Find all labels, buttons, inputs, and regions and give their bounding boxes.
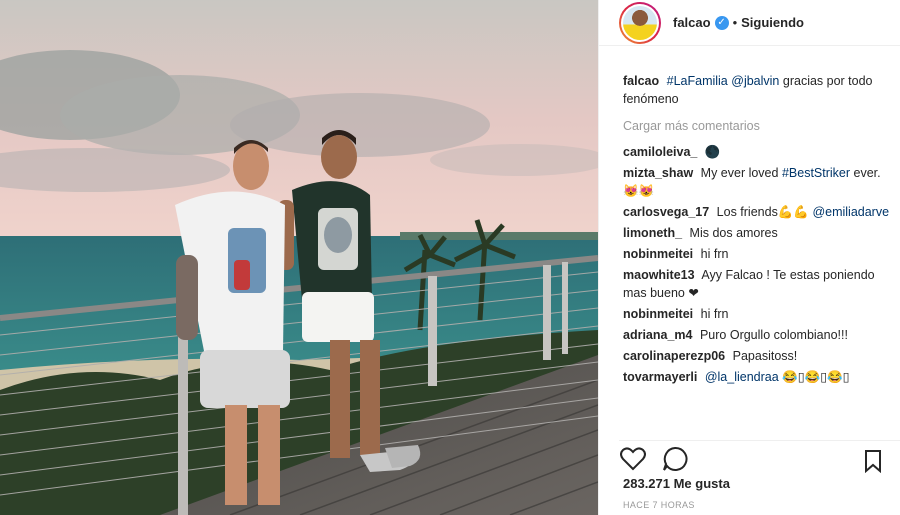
comment-username[interactable]: nobinmeitei — [623, 247, 693, 261]
comment-username[interactable]: mizta_shaw — [623, 166, 693, 180]
comment-username[interactable]: limoneth_ — [623, 226, 682, 240]
comment-username[interactable]: carlosvega_17 — [623, 205, 709, 219]
comment-item: adriana_m4 Puro Orgullo colombiano!!! — [623, 326, 890, 344]
comment-text: 🌑 — [704, 145, 721, 159]
comment-item: camiloleiva_ 🌑 — [623, 143, 890, 161]
comment-text: Los friends💪💪 — [716, 205, 809, 219]
load-more-comments-link[interactable]: Cargar más comentarios — [623, 117, 890, 135]
comment-mention[interactable]: @emiliadarve — [812, 205, 889, 219]
comment-username[interactable]: tovarmayerli — [623, 370, 697, 384]
comment-text: My ever loved — [700, 166, 779, 180]
separator-dot: • — [732, 15, 738, 30]
comment-text: Puro Orgullo colombiano!!! — [699, 328, 848, 342]
comment-username[interactable]: nobinmeitei — [623, 307, 693, 321]
comment-username[interactable]: camiloleiva_ — [623, 145, 697, 159]
caption-username[interactable]: falcao — [623, 74, 659, 88]
comment-item: mizta_shaw My ever loved #BestStriker ev… — [623, 164, 890, 200]
comment-text: hi frn — [700, 247, 729, 261]
comment-text: Papasitoss! — [732, 349, 798, 363]
post-sidebar: falcao ✓ • Siguiendo falcao #LaFamilia @… — [598, 0, 900, 515]
comment-item: nobinmeitei hi frn — [623, 245, 890, 263]
follow-status-button[interactable]: Siguiendo — [741, 15, 804, 30]
comment-item: nobinmeitei hi frn — [623, 305, 890, 323]
comment-text: hi frn — [700, 307, 729, 321]
comment-list: falcao #LaFamilia @jbalvin gracias por t… — [599, 46, 900, 386]
comment-item: tovarmayerli @la_liendraa 😂▯😂▯😂▯ — [623, 368, 890, 386]
comment-text: 😂▯😂▯😂▯ — [782, 370, 850, 384]
author-username[interactable]: falcao — [673, 15, 711, 30]
bookmark-icon[interactable] — [859, 447, 887, 475]
comment-text: Mis dos amores — [689, 226, 778, 240]
comment-username[interactable]: maowhite13 — [623, 268, 695, 282]
comment-item: limoneth_ Mis dos amores — [623, 224, 890, 242]
comment-mention[interactable]: @la_liendraa — [705, 370, 779, 384]
verified-badge-icon: ✓ — [714, 15, 729, 30]
comment-icon[interactable] — [661, 445, 689, 473]
caption-mention[interactable]: @jbalvin — [731, 74, 779, 88]
comment-item: carolinaperezp06 Papasitoss! — [623, 347, 890, 365]
comment-username[interactable]: adriana_m4 — [623, 328, 692, 342]
comment-username[interactable]: carolinaperezp06 — [623, 349, 725, 363]
comment-item: maowhite13 Ayy Falcao ! Te estas poniend… — [623, 266, 890, 302]
post-photo[interactable] — [0, 0, 598, 515]
comment-item: carlosvega_17 Los friends💪💪 @emiliadarve — [623, 203, 890, 221]
heart-icon[interactable] — [619, 445, 647, 473]
comment-hashtag[interactable]: #BestStriker — [782, 166, 850, 180]
post-caption: falcao #LaFamilia @jbalvin gracias por t… — [623, 72, 890, 108]
post-actions — [619, 440, 900, 473]
caption-hashtag[interactable]: #LaFamilia — [667, 74, 728, 88]
avatar[interactable] — [619, 1, 661, 44]
post-timestamp: HACE 7 HORAS — [623, 500, 695, 510]
likes-count[interactable]: 283.271 Me gusta — [623, 476, 730, 491]
post-header: falcao ✓ • Siguiendo — [599, 0, 900, 46]
